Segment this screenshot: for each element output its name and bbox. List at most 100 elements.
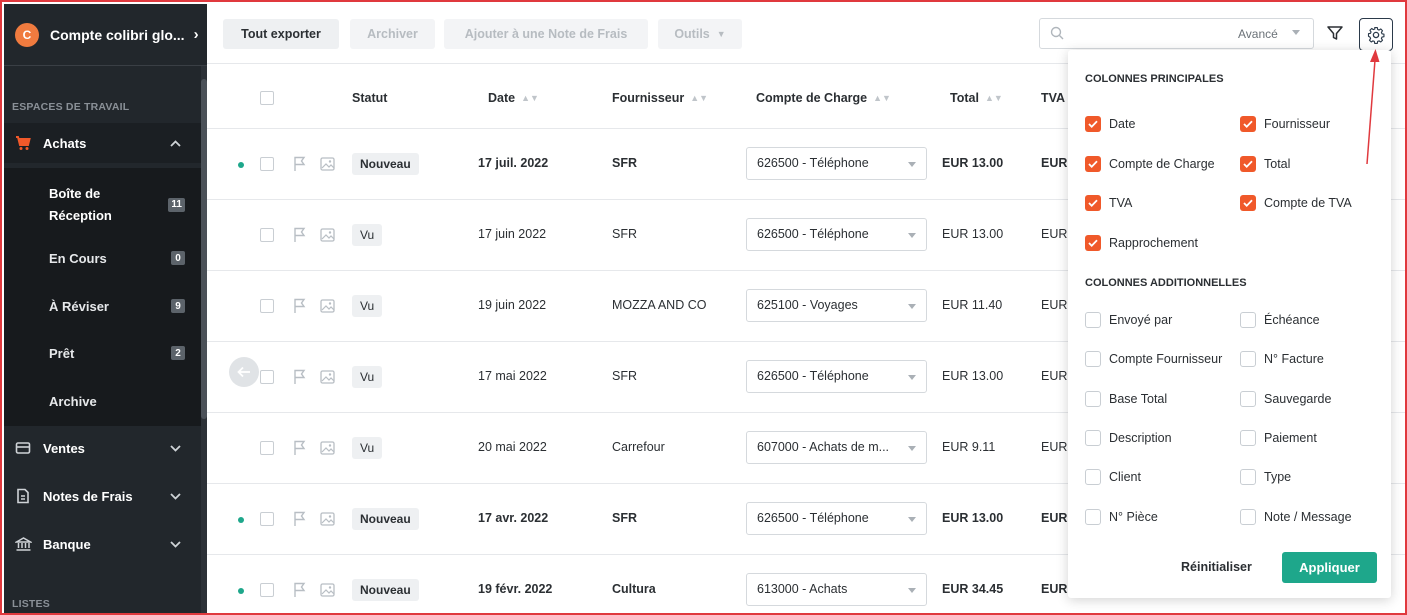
tva-cell: EUR	[1041, 156, 1068, 170]
flag-icon[interactable]	[293, 582, 307, 598]
select-value: 626500 - Téléphone	[757, 369, 869, 383]
column-option-checkbox[interactable]: Rapprochement	[1085, 234, 1198, 251]
flag-icon[interactable]	[293, 440, 307, 456]
column-option-checkbox[interactable]: N° Facture	[1240, 351, 1324, 368]
expense-account-select[interactable]: 626500 - Téléphone	[746, 147, 927, 180]
apply-button[interactable]: Appliquer	[1282, 552, 1377, 583]
row-checkbox[interactable]	[260, 441, 274, 455]
column-option-label: Compte Fournisseur	[1109, 352, 1223, 367]
row-checkbox[interactable]	[260, 370, 274, 384]
column-header-supplier[interactable]: Fournisseur ▲▼	[612, 91, 708, 105]
checkbox-empty-icon	[1085, 469, 1101, 486]
column-option-checkbox[interactable]: Échéance	[1240, 312, 1320, 328]
image-icon[interactable]	[320, 370, 335, 384]
column-header-account[interactable]: Compte de Charge ▲▼	[756, 91, 891, 105]
row-checkbox[interactable]	[260, 228, 274, 242]
archive-button[interactable]: Archiver	[350, 19, 435, 49]
expense-account-select[interactable]: 626500 - Téléphone	[746, 218, 927, 251]
search-input[interactable]: Avancé	[1039, 18, 1314, 49]
receipt-icon	[14, 487, 32, 505]
image-icon[interactable]	[320, 441, 335, 455]
tva-cell: EUR	[1041, 440, 1068, 454]
image-icon[interactable]	[320, 512, 335, 526]
total-cell: EUR 34.45	[942, 582, 1004, 596]
row-checkbox[interactable]	[260, 157, 274, 171]
flag-icon[interactable]	[293, 369, 307, 385]
add-to-expense-report-button[interactable]: Ajouter à une Note de Frais	[444, 19, 648, 49]
expense-account-select[interactable]: 626500 - Téléphone	[746, 360, 927, 393]
image-icon[interactable]	[320, 228, 335, 242]
export-all-button[interactable]: Tout exporter	[223, 19, 339, 49]
tools-dropdown[interactable]: Outils ▼	[658, 19, 742, 49]
column-option-label: Envoyé par	[1109, 313, 1173, 327]
main-columns-title: COLONNES PRINCIPALES	[1085, 73, 1224, 85]
scroll-left-button[interactable]	[229, 357, 259, 387]
expense-account-select[interactable]: 613000 - Achats	[746, 573, 927, 606]
column-header-total[interactable]: Total ▲▼	[950, 91, 1003, 105]
column-option-checkbox[interactable]: Description	[1085, 429, 1172, 446]
arrow-left-icon	[237, 366, 250, 378]
row-checkbox[interactable]	[260, 299, 274, 313]
expense-account-select[interactable]: 626500 - Téléphone	[746, 502, 927, 535]
account-switcher[interactable]: C Compte colibri glo... ›	[4, 4, 207, 66]
count-badge: 11	[168, 198, 185, 212]
select-all-checkbox[interactable]	[260, 91, 274, 105]
sidebar-item-en-cours[interactable]: En Cours 0	[4, 248, 201, 268]
status-badge: Vu	[352, 366, 383, 388]
column-settings-button[interactable]	[1359, 18, 1393, 51]
image-icon[interactable]	[320, 299, 335, 313]
column-option-checkbox[interactable]: Sauvegarde	[1240, 390, 1331, 407]
expense-account-select[interactable]: 607000 - Achats de m...	[746, 431, 927, 464]
column-option-checkbox[interactable]: N° Pièce	[1085, 508, 1158, 525]
checkbox-empty-icon	[1240, 390, 1256, 407]
column-option-checkbox[interactable]: TVA	[1085, 195, 1132, 211]
expense-account-select[interactable]: 625100 - Voyages	[746, 289, 927, 322]
status-badge: Vu	[352, 437, 383, 459]
sidebar-item-achats[interactable]: Achats	[4, 123, 201, 163]
chevron-down-icon: ▼	[716, 29, 726, 39]
checkbox-empty-icon	[1240, 312, 1256, 328]
sort-icon: ▲▼	[984, 93, 1003, 103]
column-option-checkbox[interactable]: Type	[1240, 469, 1291, 486]
column-option-checkbox[interactable]: Base Total	[1085, 390, 1167, 407]
column-option-checkbox[interactable]: Compte de TVA	[1240, 195, 1352, 211]
column-header-status: Statut	[352, 91, 388, 105]
column-option-checkbox[interactable]: Note / Message	[1240, 508, 1352, 525]
sidebar-item-label: Prêt	[49, 345, 75, 361]
reset-button[interactable]: Réinitialiser	[1181, 560, 1252, 574]
column-option-checkbox[interactable]: Envoyé par	[1085, 312, 1172, 328]
column-option-checkbox[interactable]: Client	[1085, 469, 1141, 486]
sidebar-item-inbox[interactable]: Boîte de Réception 11	[4, 180, 201, 230]
checkbox-empty-icon	[1240, 508, 1256, 525]
column-option-checkbox[interactable]: Paiement	[1240, 429, 1317, 446]
sidebar-item-label: Archive	[49, 393, 97, 409]
column-option-label: Compte de TVA	[1264, 196, 1352, 210]
sidebar-item-ventes[interactable]: Ventes	[4, 428, 201, 468]
sidebar-item-a-reviser[interactable]: À Réviser 9	[4, 296, 201, 316]
total-cell: EUR 13.00	[942, 227, 1004, 241]
row-checkbox[interactable]	[260, 583, 274, 597]
image-icon[interactable]	[320, 157, 335, 171]
flag-icon[interactable]	[293, 298, 307, 314]
sidebar-item-label: Achats	[43, 135, 87, 151]
sidebar-item-archive[interactable]: Archive	[4, 391, 201, 411]
column-option-checkbox[interactable]: Compte de Charge	[1085, 155, 1215, 172]
row-checkbox[interactable]	[260, 512, 274, 526]
filter-icon[interactable]	[1326, 24, 1344, 42]
column-option-checkbox[interactable]: Fournisseur	[1240, 116, 1330, 132]
chevron-down-icon	[908, 517, 916, 522]
column-option-checkbox[interactable]: Date	[1085, 116, 1135, 132]
sidebar-item-pret[interactable]: Prêt 2	[4, 343, 201, 363]
column-header-tva[interactable]: TVA	[1041, 91, 1065, 105]
advanced-search-toggle[interactable]: Avancé	[1238, 27, 1278, 41]
flag-icon[interactable]	[293, 227, 307, 243]
column-option-checkbox[interactable]: Compte Fournisseur	[1085, 351, 1223, 368]
sidebar-item-banque[interactable]: Banque	[4, 524, 201, 564]
sidebar-item-notes-de-frais[interactable]: Notes de Frais	[4, 476, 201, 516]
column-option-checkbox[interactable]: Total	[1240, 155, 1290, 172]
image-icon[interactable]	[320, 583, 335, 597]
flag-icon[interactable]	[293, 511, 307, 527]
flag-icon[interactable]	[293, 156, 307, 172]
column-header-date[interactable]: Date ▲▼	[488, 91, 539, 105]
bank-icon	[14, 535, 32, 553]
